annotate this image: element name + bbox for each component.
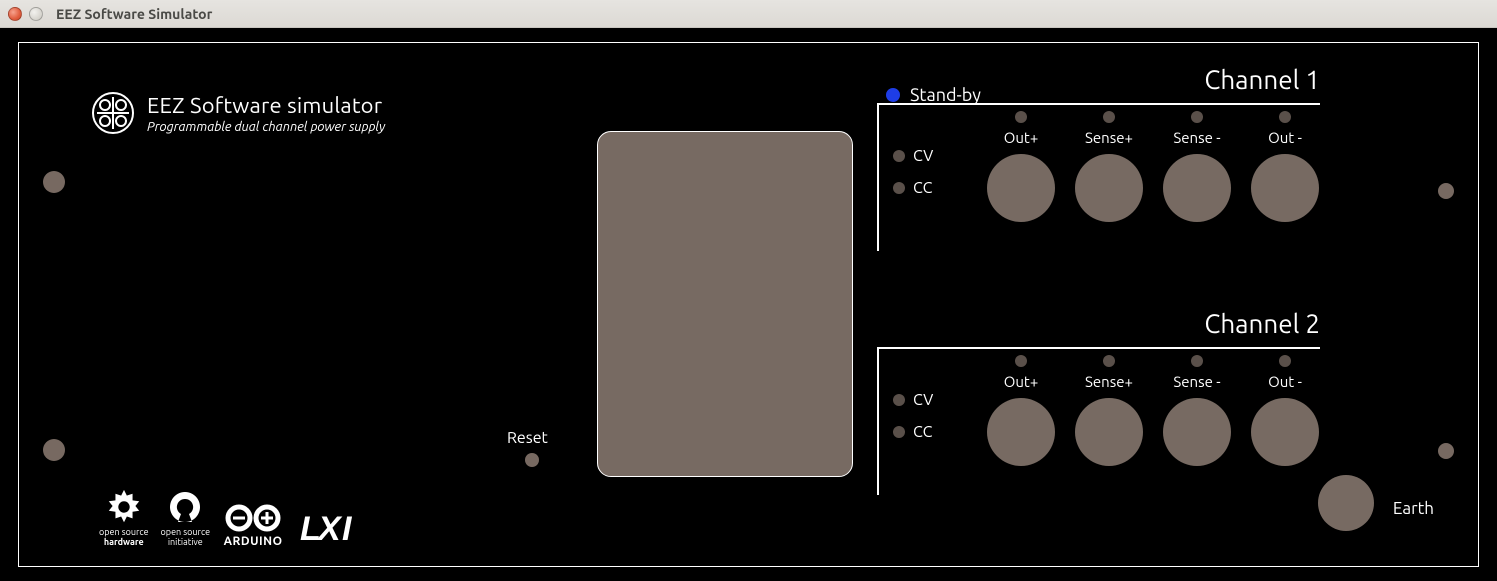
screw-icon bbox=[1438, 443, 1454, 459]
standby-label: Stand-by bbox=[910, 85, 981, 105]
arduino-label: ARDUINO bbox=[224, 535, 283, 548]
cc-label: CC bbox=[913, 179, 932, 197]
terminal-led-icon bbox=[1279, 111, 1291, 123]
client-area: EEZ Software simulator Programmable dual… bbox=[0, 28, 1497, 581]
terminal-label: Out+ bbox=[1004, 373, 1039, 390]
terminal-led-icon bbox=[1103, 355, 1115, 367]
terminal-out-minus: Out - bbox=[1241, 349, 1329, 466]
product-logo: EEZ Software simulator Programmable dual… bbox=[91, 91, 385, 135]
terminal-label: Sense - bbox=[1173, 129, 1220, 146]
binding-post[interactable] bbox=[987, 154, 1055, 222]
reset-button[interactable] bbox=[525, 453, 539, 467]
lxi-icon: L X I bbox=[300, 508, 358, 548]
screw-icon bbox=[43, 439, 65, 461]
svg-text:I: I bbox=[342, 510, 353, 548]
osi-line2: initiative bbox=[168, 537, 203, 547]
arduino-logo: ARDUINO bbox=[222, 503, 284, 548]
terminal-label: Out+ bbox=[1004, 129, 1039, 146]
terminal-sense-plus: Sense+ bbox=[1065, 349, 1153, 466]
terminal-out-plus: Out+ bbox=[977, 349, 1065, 466]
cc-indicator: CC bbox=[893, 179, 933, 197]
channel-divider-vert bbox=[877, 347, 879, 495]
osi-line1: open source bbox=[161, 527, 211, 537]
channel-title: Channel 1 bbox=[1204, 65, 1320, 94]
reset-label: Reset bbox=[507, 429, 548, 447]
terminal-label: Out - bbox=[1268, 373, 1302, 390]
cv-led-icon bbox=[893, 150, 905, 162]
arduino-infinity-icon bbox=[222, 503, 284, 533]
osi-icon bbox=[167, 488, 203, 526]
binding-post[interactable] bbox=[1075, 398, 1143, 466]
standby-indicator: Stand-by bbox=[886, 85, 981, 105]
screw-icon bbox=[43, 171, 65, 193]
app-window: EEZ Software Simulator bbox=[0, 0, 1497, 581]
product-subtitle: Programmable dual channel power supply bbox=[147, 120, 385, 134]
terminal-sense-minus: Sense - bbox=[1153, 349, 1241, 466]
osi-logo: open source initiative bbox=[161, 488, 211, 548]
terminal-led-icon bbox=[1015, 111, 1027, 123]
terminal-led-icon bbox=[1103, 111, 1115, 123]
cc-indicator: CC bbox=[893, 423, 933, 441]
lcd-screen[interactable] bbox=[597, 131, 853, 477]
terminal-led-icon bbox=[1191, 355, 1203, 367]
terminal-sense-minus: Sense - bbox=[1153, 105, 1241, 222]
binding-post[interactable] bbox=[987, 398, 1055, 466]
titlebar[interactable]: EEZ Software Simulator bbox=[0, 0, 1497, 28]
binding-post[interactable] bbox=[1251, 154, 1319, 222]
terminal-led-icon bbox=[1279, 355, 1291, 367]
terminal-label: Sense - bbox=[1173, 373, 1220, 390]
gear-icon bbox=[104, 488, 144, 526]
minimize-icon[interactable] bbox=[29, 7, 43, 21]
terminal-out-minus: Out - bbox=[1241, 105, 1329, 222]
standby-led-icon[interactable] bbox=[886, 88, 900, 102]
close-icon[interactable] bbox=[8, 7, 22, 21]
oshw-line2: hardware bbox=[104, 537, 144, 547]
product-title: EEZ Software simulator bbox=[147, 93, 385, 118]
terminal-label: Out - bbox=[1268, 129, 1302, 146]
footer-logos: open source hardware open source initiat… bbox=[99, 488, 358, 548]
cc-led-icon bbox=[893, 426, 905, 438]
cv-label: CV bbox=[913, 147, 933, 165]
channel-title: Channel 2 bbox=[1204, 309, 1320, 338]
terminal-sense-plus: Sense+ bbox=[1065, 105, 1153, 222]
earth-label: Earth bbox=[1393, 499, 1434, 518]
lxi-logo: L X I bbox=[300, 508, 358, 548]
cv-led-icon bbox=[893, 394, 905, 406]
window-title: EEZ Software Simulator bbox=[56, 6, 212, 22]
terminal-label: Sense+ bbox=[1085, 129, 1133, 146]
cc-led-icon bbox=[893, 182, 905, 194]
binding-post[interactable] bbox=[1251, 398, 1319, 466]
cv-indicator: CV bbox=[893, 391, 933, 409]
cc-label: CC bbox=[913, 423, 932, 441]
cv-label: CV bbox=[913, 391, 933, 409]
eez-logo-icon bbox=[91, 91, 135, 135]
svg-text:X: X bbox=[316, 510, 343, 548]
terminal-led-icon bbox=[1015, 355, 1027, 367]
binding-post[interactable] bbox=[1075, 154, 1143, 222]
channel-divider-vert bbox=[877, 103, 879, 251]
earth-binding-post[interactable] bbox=[1318, 475, 1374, 531]
binding-post[interactable] bbox=[1163, 154, 1231, 222]
binding-post[interactable] bbox=[1163, 398, 1231, 466]
oshw-logo: open source hardware bbox=[99, 488, 149, 548]
terminal-out-plus: Out+ bbox=[977, 105, 1065, 222]
terminal-label: Sense+ bbox=[1085, 373, 1133, 390]
screw-icon bbox=[1438, 183, 1454, 199]
terminal-led-icon bbox=[1191, 111, 1203, 123]
front-panel: EEZ Software simulator Programmable dual… bbox=[18, 42, 1479, 567]
cv-indicator: CV bbox=[893, 147, 933, 165]
oshw-line1: open source bbox=[99, 527, 149, 537]
